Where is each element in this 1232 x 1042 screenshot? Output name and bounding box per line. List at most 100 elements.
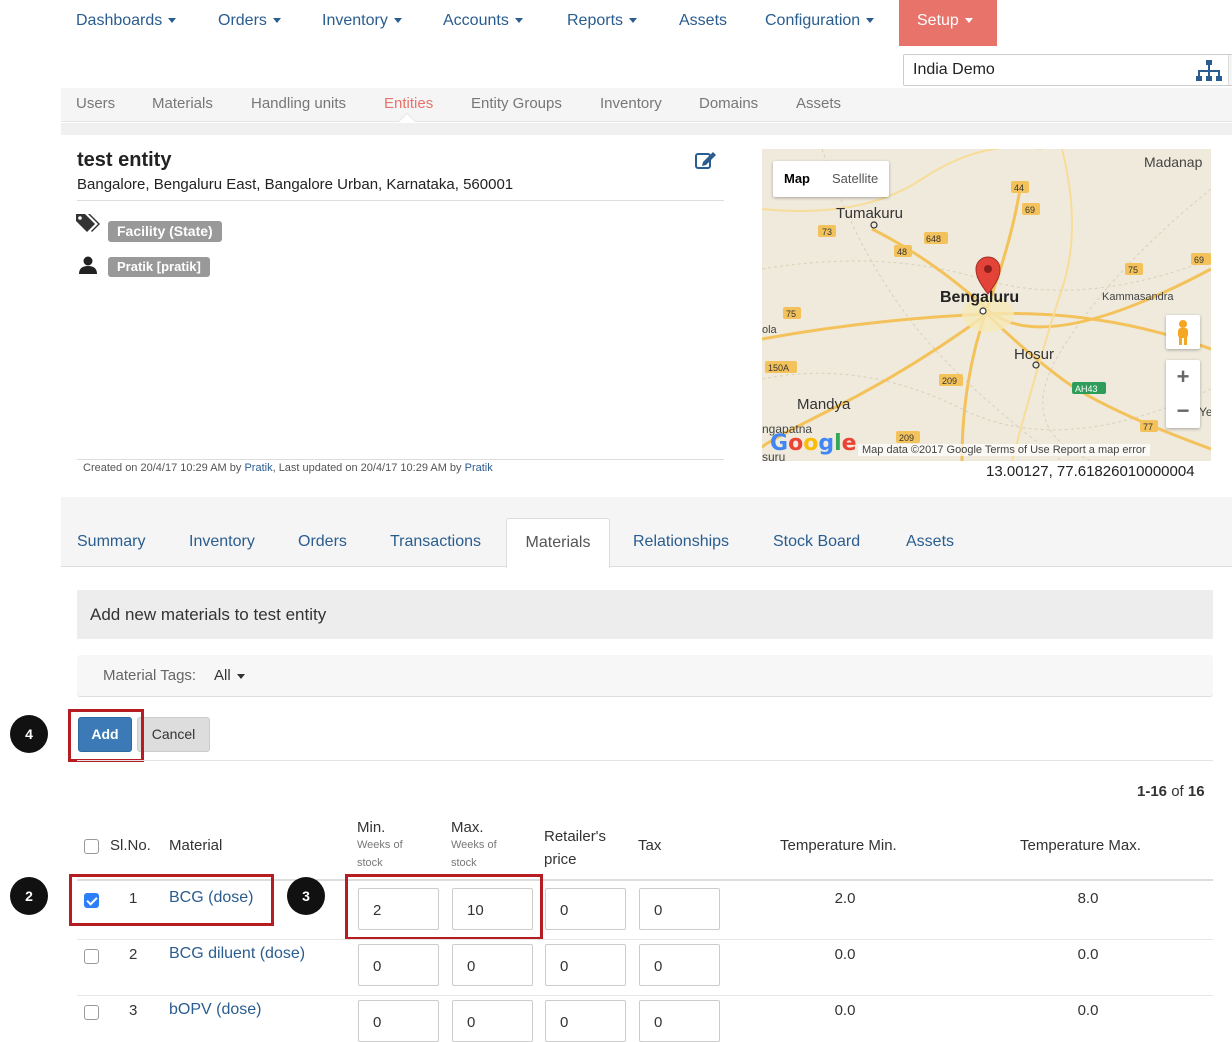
tab-assets[interactable]: Assets bbox=[906, 533, 954, 551]
user-icon bbox=[79, 256, 97, 274]
caret-down-icon bbox=[629, 18, 638, 24]
max-stock-input[interactable]: 0 bbox=[452, 944, 533, 986]
row-checkbox[interactable] bbox=[84, 1005, 99, 1020]
filter-label: Material Tags: bbox=[103, 667, 197, 684]
nav-configuration[interactable]: Configuration bbox=[765, 12, 875, 30]
temperature-min-value: 0.0 bbox=[834, 946, 856, 963]
min-stock-input[interactable]: 0 bbox=[358, 1000, 439, 1042]
map-attribution[interactable]: Map data ©2017 Google Terms of Use Repor… bbox=[858, 444, 1150, 456]
edit-icon[interactable] bbox=[695, 150, 717, 170]
created-info: Created on 20/4/17 10:29 AM by Pratik, L… bbox=[83, 462, 493, 474]
divider bbox=[77, 200, 724, 201]
row-divider bbox=[77, 995, 1213, 996]
nav-reports[interactable]: Reports bbox=[567, 12, 638, 30]
min-stock-input[interactable]: 0 bbox=[358, 944, 439, 986]
row-divider bbox=[77, 939, 1213, 940]
caret-down-icon bbox=[236, 673, 245, 679]
location-map[interactable]: 73 648 48 44 69 75 69 75 150A 209 AH43 7… bbox=[762, 149, 1211, 461]
tab-stock-board[interactable]: Stock Board bbox=[773, 533, 860, 551]
pagination-info: 1-16 of 16 bbox=[1137, 783, 1205, 800]
top-nav: Dashboards Orders Inventory Accounts Rep… bbox=[61, 0, 1232, 46]
zoom-out-button[interactable]: − bbox=[1166, 394, 1200, 428]
svg-text:Ye: Ye bbox=[1199, 405, 1211, 419]
material-tag-filter: Material Tags: All bbox=[77, 655, 1213, 697]
row-slno: 2 bbox=[129, 946, 138, 963]
tab-summary[interactable]: Summary bbox=[77, 533, 145, 551]
max-stock-input[interactable]: 0 bbox=[452, 1000, 533, 1042]
retailer-price-input[interactable]: 0 bbox=[545, 944, 626, 986]
svg-text:Mandya: Mandya bbox=[797, 396, 851, 413]
svg-text:Kammasandra: Kammasandra bbox=[1102, 291, 1174, 303]
callout-badge: 3 bbox=[287, 877, 325, 915]
divider bbox=[77, 459, 724, 460]
subnav-users[interactable]: Users bbox=[76, 95, 115, 112]
col-temperature-max: Temperature Max. bbox=[1020, 837, 1141, 854]
tax-input[interactable]: 0 bbox=[639, 888, 720, 930]
subnav-handling-units[interactable]: Handling units bbox=[251, 95, 346, 112]
nav-dashboards[interactable]: Dashboards bbox=[76, 12, 177, 30]
svg-text:69: 69 bbox=[1194, 255, 1204, 265]
subnav-entities[interactable]: Entities bbox=[384, 95, 433, 112]
col-material: Material bbox=[169, 837, 223, 854]
highlight-box-row bbox=[69, 874, 274, 926]
entity-tag: Facility (State) bbox=[108, 221, 222, 242]
updated-by-link[interactable]: Pratik bbox=[465, 462, 493, 474]
tab-inventory[interactable]: Inventory bbox=[189, 533, 255, 551]
domain-select[interactable]: India Demo ▼ bbox=[903, 54, 1232, 86]
map-toggle-satellite[interactable]: Satellite bbox=[821, 161, 889, 197]
svg-text:209: 209 bbox=[899, 433, 914, 443]
map-type-toggle: Map Satellite bbox=[773, 161, 890, 197]
created-by-link[interactable]: Pratik bbox=[244, 462, 272, 474]
svg-text:75: 75 bbox=[786, 309, 796, 319]
caret-down-icon bbox=[393, 18, 402, 24]
row-checkbox[interactable] bbox=[84, 949, 99, 964]
tab-materials[interactable]: Materials bbox=[506, 518, 610, 568]
subnav-entity-groups[interactable]: Entity Groups bbox=[471, 95, 562, 112]
tab-relationships[interactable]: Relationships bbox=[633, 533, 729, 551]
col-temperature-min: Temperature Min. bbox=[780, 837, 897, 854]
nav-inventory[interactable]: Inventory bbox=[322, 12, 402, 30]
material-link[interactable]: BCG diluent (dose) bbox=[169, 945, 305, 963]
col-slno: Sl.No. bbox=[110, 837, 151, 854]
retailer-price-input[interactable]: 0 bbox=[545, 1000, 626, 1042]
callout-badge: 4 bbox=[10, 715, 48, 753]
subnav-materials[interactable]: Materials bbox=[152, 95, 213, 112]
subnav-inventory[interactable]: Inventory bbox=[600, 95, 662, 112]
tax-input[interactable]: 0 bbox=[639, 944, 720, 986]
svg-text:AH43: AH43 bbox=[1075, 384, 1098, 394]
temperature-max-value: 8.0 bbox=[1077, 890, 1099, 907]
filter-dropdown[interactable]: All bbox=[214, 667, 245, 684]
highlight-box-add bbox=[68, 709, 144, 762]
caret-down-icon bbox=[514, 18, 523, 24]
panel-header: Add new materials to test entity bbox=[77, 590, 1213, 639]
nav-assets[interactable]: Assets bbox=[679, 12, 727, 30]
nav-setup[interactable]: Setup bbox=[899, 0, 997, 46]
map-toggle-map[interactable]: Map bbox=[773, 161, 821, 197]
subnav-domains[interactable]: Domains bbox=[699, 95, 758, 112]
domain-value: India Demo bbox=[913, 61, 995, 78]
material-link[interactable]: bOPV (dose) bbox=[169, 1001, 261, 1019]
col-max: Max. Weeks of stock bbox=[451, 819, 497, 869]
tab-orders[interactable]: Orders bbox=[298, 533, 347, 551]
nav-orders[interactable]: Orders bbox=[218, 12, 281, 30]
row-slno: 3 bbox=[129, 1002, 138, 1019]
zoom-in-button[interactable]: + bbox=[1166, 360, 1200, 394]
tab-transactions[interactable]: Transactions bbox=[390, 533, 481, 551]
nav-accounts[interactable]: Accounts bbox=[443, 12, 523, 30]
col-tax: Tax bbox=[638, 837, 662, 854]
svg-text:ola: ola bbox=[762, 324, 778, 336]
street-view-pegman-icon[interactable] bbox=[1166, 315, 1200, 349]
entity-tabs bbox=[61, 497, 1232, 567]
svg-text:150A: 150A bbox=[768, 363, 789, 373]
domain-tree-icon[interactable] bbox=[1196, 58, 1222, 84]
entity-name: test entity bbox=[77, 149, 172, 171]
retailer-price-input[interactable]: 0 bbox=[545, 888, 626, 930]
tax-input[interactable]: 0 bbox=[639, 1000, 720, 1042]
caret-down-icon bbox=[866, 18, 875, 24]
map-zoom-controls: + − bbox=[1166, 360, 1200, 428]
divider-bar bbox=[61, 123, 1232, 135]
subnav-assets[interactable]: Assets bbox=[796, 95, 841, 112]
svg-text:209: 209 bbox=[942, 376, 957, 386]
select-all-checkbox[interactable] bbox=[84, 839, 99, 854]
cancel-button[interactable]: Cancel bbox=[137, 717, 210, 752]
